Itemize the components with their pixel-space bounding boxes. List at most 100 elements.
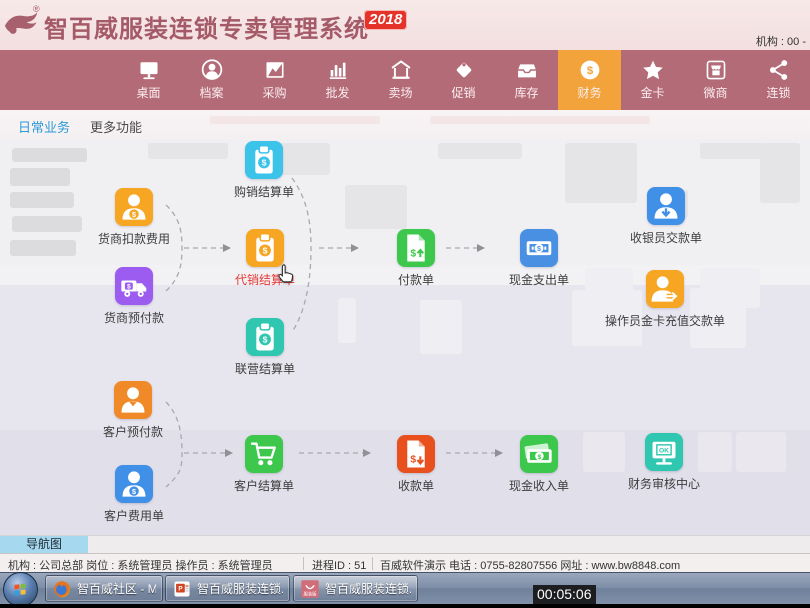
flow-node-joint-settlement[interactable]: $ 联营结算单 bbox=[190, 318, 340, 377]
svg-text:$: $ bbox=[410, 455, 416, 466]
status-bar: 机构 : 公司总部 岗位 : 系统管理员 操作员 : 系统管理员 进程ID : … bbox=[0, 553, 810, 572]
person-icon bbox=[114, 381, 152, 419]
svg-text:$: $ bbox=[263, 246, 268, 256]
year-badge: 2018 bbox=[364, 10, 407, 30]
bar-chart-icon bbox=[325, 57, 351, 83]
person-dollar-icon: $ bbox=[115, 188, 153, 226]
svg-text:$: $ bbox=[262, 158, 267, 168]
person-dollar-icon: $ bbox=[115, 465, 153, 503]
powerpoint-icon: P bbox=[172, 579, 192, 599]
flow-node-purchase-sales-settlement[interactable]: $ 购销结算单 bbox=[189, 141, 339, 200]
taskbar-button-powerpoint[interactable]: P 智百威服装连锁... bbox=[165, 575, 290, 602]
toolbar-item-purchase[interactable]: 采购 bbox=[243, 50, 306, 110]
clipboard-dollar-icon: $ bbox=[246, 318, 284, 356]
taskbar-button-firefox-community[interactable]: 智百威社区 - Mo... bbox=[45, 575, 163, 602]
titlebar: ® 智百威服装连锁专卖管理系统 2018 机构 : 00 - bbox=[0, 0, 810, 50]
price-tag-icon bbox=[451, 57, 477, 83]
app-title: 智百威服装连锁专卖管理系统 bbox=[44, 9, 369, 44]
ghost-shape bbox=[736, 432, 786, 472]
ghost-shape bbox=[438, 143, 522, 159]
tab-daily-business[interactable]: 日常业务 bbox=[18, 117, 70, 136]
flow-node-label: 财务审核中心 bbox=[589, 475, 739, 492]
firefox-icon bbox=[52, 579, 72, 599]
windows-start-button[interactable] bbox=[3, 572, 38, 607]
flow-node-supplier-deduction-fee[interactable]: $ 货商扣款费用 bbox=[59, 188, 209, 247]
toolbar-item-archives[interactable]: 档案 bbox=[180, 50, 243, 110]
windows-logo-icon bbox=[10, 579, 30, 599]
toolbar-item-promotion[interactable]: 促销 bbox=[432, 50, 495, 110]
navigation-map-tab[interactable]: 导航图 bbox=[0, 536, 88, 553]
toolbar-item-goldcard[interactable]: 金卡 bbox=[621, 50, 684, 110]
flow-node-customer-fee[interactable]: $ 客户费用单 bbox=[59, 465, 209, 524]
flow-node-label: 客户费用单 bbox=[59, 507, 209, 524]
toolbar-item-wholesale[interactable]: 批发 bbox=[306, 50, 369, 110]
registered-mark: ® bbox=[33, 4, 40, 14]
share-nodes-icon bbox=[766, 57, 792, 83]
flow-node-consignment-settlement[interactable]: $ 代销结算单 bbox=[190, 229, 340, 288]
status-divider bbox=[303, 557, 304, 570]
tab-row: 日常业务 更多功能 bbox=[0, 110, 810, 141]
flow-node-operator-card-recharge[interactable]: 操作员金卡充值交款单 bbox=[590, 270, 740, 329]
toolbar-item-chain[interactable]: 连锁 bbox=[747, 50, 810, 110]
flow-node-label: 联营结算单 bbox=[190, 360, 340, 377]
svg-text:OK: OK bbox=[659, 448, 669, 455]
flow-node-finance-audit-center[interactable]: OK 财务审核中心 bbox=[589, 433, 739, 492]
flow-node-label: 货商扣款费用 bbox=[59, 230, 209, 247]
banknote-icon: $ bbox=[520, 229, 558, 267]
monitor-ok-icon: OK bbox=[645, 433, 683, 471]
flow-node-customer-prepayment[interactable]: 客户预付款 bbox=[58, 381, 208, 440]
toolbar-item-weshop[interactable]: 微商 bbox=[684, 50, 747, 110]
person-circle-icon bbox=[199, 57, 225, 83]
store-house-icon bbox=[388, 57, 414, 83]
svg-text:$: $ bbox=[538, 454, 542, 461]
star-icon bbox=[640, 57, 666, 83]
inbox-icon bbox=[514, 57, 540, 83]
bottom-tab-bar: 导航图 bbox=[0, 535, 810, 553]
ghost-shape bbox=[760, 143, 800, 203]
person-arrow-icon bbox=[646, 270, 684, 308]
main-toolbar: 桌面 档案 采购 批发 卖场 促销 库存 $ 财务 bbox=[0, 50, 810, 110]
svg-text:$: $ bbox=[410, 249, 416, 260]
recording-timer: 00:05:06 bbox=[533, 585, 596, 604]
application-window: ® 智百威服装连锁专卖管理系统 2018 机构 : 00 - 桌面 档案 采购 … bbox=[0, 0, 810, 608]
chart-image-icon bbox=[262, 57, 288, 83]
truck-dollar-icon: $ bbox=[115, 267, 153, 305]
flow-node-label: 客户预付款 bbox=[58, 423, 208, 440]
svg-text:$: $ bbox=[537, 245, 541, 253]
toolbar-item-desktop[interactable]: 桌面 bbox=[117, 50, 180, 110]
status-vendor-info: 百威软件演示 电话 : 0755-82807556 网址 : www.bw884… bbox=[380, 557, 680, 573]
toolbar-label: 财务 bbox=[558, 84, 621, 101]
flow-node-cashier-payment[interactable]: 收银员交款单 bbox=[591, 187, 741, 246]
person-down-icon bbox=[647, 187, 685, 225]
toolbar-label: 批发 bbox=[306, 84, 369, 101]
svg-text:P: P bbox=[178, 585, 182, 592]
toolbar-label: 库存 bbox=[495, 84, 558, 101]
toolbar-item-inventory[interactable]: 库存 bbox=[495, 50, 558, 110]
bw-app-icon: 服装版 bbox=[300, 579, 320, 599]
taskbar-button-bw-app[interactable]: 服装版 智百威服装连锁... bbox=[293, 575, 418, 602]
flow-node-label-highlighted: 代销结算单 bbox=[190, 271, 340, 288]
document-dollar-up-icon: $ bbox=[397, 229, 435, 267]
screen-edge bbox=[0, 604, 810, 608]
org-label: 机构 : 00 - bbox=[756, 33, 806, 49]
svg-text:服装版: 服装版 bbox=[303, 590, 317, 597]
status-divider bbox=[372, 557, 373, 570]
toolbar-label: 采购 bbox=[243, 84, 306, 101]
tab-more-functions[interactable]: 更多功能 bbox=[90, 117, 142, 136]
flow-node-label: 购销结算单 bbox=[189, 183, 339, 200]
storefront-icon bbox=[703, 57, 729, 83]
toolbar-label: 微商 bbox=[684, 84, 747, 101]
toolbar-item-store[interactable]: 卖场 bbox=[369, 50, 432, 110]
clipboard-dollar-icon: $ bbox=[246, 229, 284, 267]
toolbar-item-finance[interactable]: $ 财务 bbox=[558, 50, 621, 110]
taskbar-button-label: 智百威服装连锁... bbox=[197, 580, 283, 597]
flow-node-customer-settlement[interactable]: 客户结算单 bbox=[189, 435, 339, 494]
toolbar-label: 桌面 bbox=[117, 84, 180, 101]
ghost-shape bbox=[12, 148, 87, 162]
ghost-shape bbox=[700, 143, 762, 159]
flow-node-supplier-prepayment[interactable]: $ 货商预付款 bbox=[59, 267, 209, 326]
ghost-shape bbox=[345, 185, 407, 229]
taskbar-button-label: 智百威社区 - Mo... bbox=[77, 580, 156, 597]
toolbar-label: 促销 bbox=[432, 84, 495, 101]
svg-text:$: $ bbox=[127, 283, 131, 290]
